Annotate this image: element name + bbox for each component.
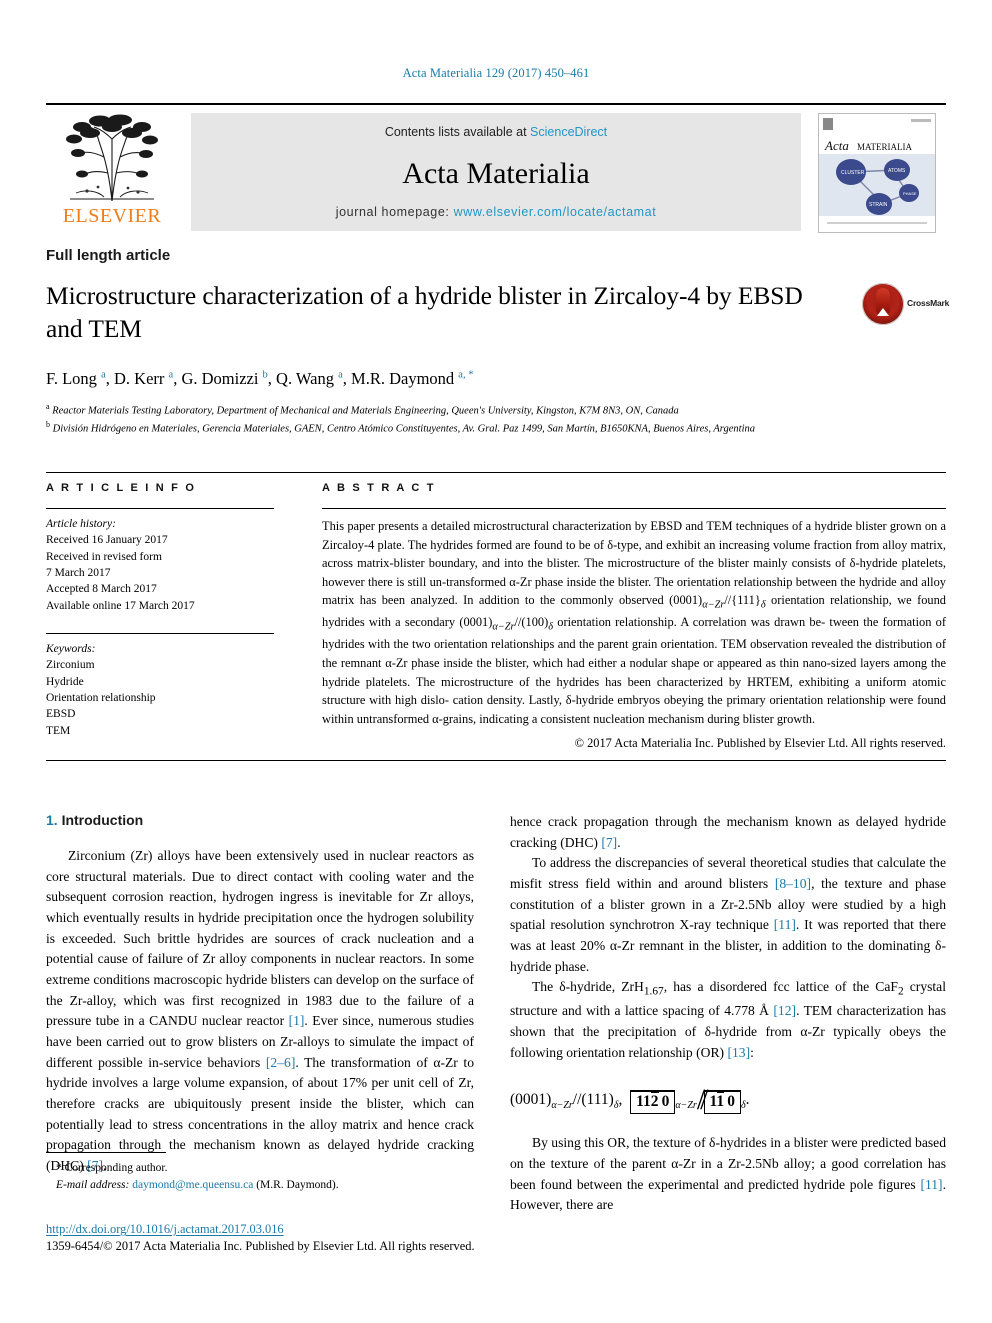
article-info-column: Article history: Received 16 January 201… <box>46 508 274 739</box>
intro-paragraph-1: Zirconium (Zr) alloys have been extensiv… <box>46 846 474 1177</box>
crossmark-icon <box>862 283 904 325</box>
publication-block: http://dx.doi.org/10.1016/j.actamat.2017… <box>46 1222 566 1254</box>
article-type-label: Full length article <box>46 247 171 264</box>
elsevier-wordmark: ELSEVIER <box>62 205 162 227</box>
article-header: Full length article Microstructure chara… <box>46 247 950 437</box>
info-rule <box>46 508 274 509</box>
article-history-block: Article history: Received 16 January 201… <box>46 516 274 614</box>
section-heading-introduction: 1. Introduction <box>46 812 474 828</box>
homepage-url-link[interactable]: www.elsevier.com/locate/actamat <box>454 205 657 219</box>
citation-ref-12[interactable]: [12] <box>773 1003 796 1018</box>
email-suffix: (M.R. Daymond). <box>253 1179 339 1192</box>
keyword-item: EBSD <box>46 708 76 721</box>
equation-bracket-left: 112 0 <box>630 1090 676 1115</box>
section-label: Introduction <box>61 812 144 828</box>
author-list: F. Long a, D. Kerr a, G. Domizzi b, Q. W… <box>46 369 474 389</box>
email-label: E-mail address: <box>56 1179 130 1192</box>
email-link[interactable]: daymond@me.queensu.ca <box>132 1179 253 1191</box>
keywords-block: Keywords: Zirconium Hydride Orientation … <box>46 641 274 739</box>
history-line: 7 March 2017 <box>46 566 111 579</box>
abstract-rule <box>322 508 946 509</box>
abstract-column: This paper presents a detailed microstru… <box>322 508 946 751</box>
intro-paragraph-3: The δ-hydride, ZrH1.67, has a disordered… <box>510 979 946 1060</box>
elsevier-logo: ELSEVIER <box>46 113 178 231</box>
homepage-prefix: journal homepage: <box>335 205 454 219</box>
info-divider-bottom <box>46 760 946 761</box>
svg-text:MATERIALIA: MATERIALIA <box>857 142 912 152</box>
body-column-right: hence crack propagation through the mech… <box>510 812 946 1216</box>
article-info-header: A R T I C L E I N F O <box>46 482 197 494</box>
crossmark-badge[interactable]: CrossMark <box>862 283 950 325</box>
body-column-left: 1. Introduction Zirconium (Zr) alloys ha… <box>46 812 474 1177</box>
intro-paragraph-1-cont: hence crack propagation through the mech… <box>510 814 946 850</box>
affiliation-b: b División Hidrógeno en Materiales, Gere… <box>46 420 755 435</box>
history-line: Accepted 8 March 2017 <box>46 583 157 596</box>
intro-p4-a: By using this OR, the texture of δ-hydri… <box>510 1135 946 1192</box>
abstract-copyright: © 2017 Acta Materialia Inc. Published by… <box>574 736 946 751</box>
keyword-item: TEM <box>46 724 71 737</box>
masthead-band: Contents lists available at ScienceDirec… <box>191 113 801 231</box>
equation-bracket-right: 11 0 <box>703 1090 742 1115</box>
intro-paragraph-4: By using this OR, the texture of δ-hydri… <box>510 1133 946 1216</box>
journal-title: Acta Materialia <box>402 157 590 190</box>
crossmark-label: CrossMark <box>907 298 950 308</box>
elsevier-tree-icon <box>52 113 172 205</box>
info-divider-top <box>46 472 946 473</box>
citation-ref-8-10[interactable]: [8–10] <box>775 876 811 891</box>
history-line: Available online 17 March 2017 <box>46 599 195 612</box>
footnote-divider <box>46 1152 166 1153</box>
citation-ref-2-6[interactable]: [2–6] <box>266 1055 295 1070</box>
keywords-label: Keywords: <box>46 642 96 655</box>
keyword-item: Hydride <box>46 675 84 688</box>
keywords-rule <box>46 632 274 634</box>
contents-prefix: Contents lists available at <box>384 125 531 139</box>
journal-homepage-line: journal homepage: www.elsevier.com/locat… <box>191 205 801 219</box>
issn-copyright-line: 1359-6454/© 2017 Acta Materialia Inc. Pu… <box>46 1239 475 1253</box>
svg-text:ATOMS: ATOMS <box>888 168 906 174</box>
citation-ref-13[interactable]: [13] <box>727 1045 750 1060</box>
email-note: E-mail address: daymond@me.queensu.ca (M… <box>46 1177 474 1194</box>
affiliation-a-text: Reactor Materials Testing Laboratory, De… <box>52 405 679 417</box>
article-history-label: Article history: <box>46 518 116 530</box>
affiliation-b-text: División Hidrógeno en Materiales, Gerenc… <box>52 423 755 435</box>
citation-ref-11b[interactable]: [11] <box>920 1177 942 1192</box>
citation-ref-7-cont[interactable]: [7] <box>601 835 617 850</box>
history-line: Received in revised form <box>46 550 162 563</box>
contents-available-line: Contents lists available at ScienceDirec… <box>191 125 801 139</box>
affiliation-a: a Reactor Materials Testing Laboratory, … <box>46 402 679 417</box>
running-head: Acta Materialia 129 (2017) 450–461 <box>402 66 590 80</box>
journal-cover-thumbnail: Acta MATERIALIA CLUSTER ATOMS PHASE STRA… <box>818 113 936 233</box>
citation-ref-1[interactable]: [1] <box>289 1013 305 1028</box>
svg-text:PHASE: PHASE <box>903 191 917 196</box>
page-title: Microstructure characterization of a hyd… <box>46 281 803 344</box>
keyword-item: Zirconium <box>46 659 95 672</box>
sciencedirect-link[interactable]: ScienceDirect <box>530 125 607 139</box>
crossmark-arrow-icon <box>877 308 889 316</box>
intro-paragraph-2: To address the discrepancies of several … <box>510 853 946 977</box>
affiliations: a Reactor Materials Testing Laboratory, … <box>46 401 926 436</box>
orientation-relationship-equation: (0001)α−Zr//(111)δ, 112 0 α−Zr//11 0 δ. <box>510 1083 750 1117</box>
intro-p1-a: Zirconium (Zr) alloys have been extensiv… <box>46 848 474 1029</box>
svg-text:CLUSTER: CLUSTER <box>841 170 865 176</box>
footnote-block: * Corresponding author. E-mail address: … <box>46 1152 474 1195</box>
keyword-item: Orientation relationship <box>46 691 156 704</box>
svg-text:STRAIN: STRAIN <box>869 202 888 208</box>
citation-ref-11[interactable]: [11] <box>774 917 796 932</box>
section-number: 1. <box>46 812 58 828</box>
doi-link[interactable]: http://dx.doi.org/10.1016/j.actamat.2017… <box>46 1222 566 1237</box>
abstract-header: A B S T R A C T <box>322 482 436 494</box>
history-line: Received 16 January 2017 <box>46 534 168 547</box>
svg-text:Acta: Acta <box>824 138 849 153</box>
abstract-text: This paper presents a detailed microstru… <box>322 519 946 726</box>
journal-masthead: ELSEVIER Contents lists available at Sci… <box>46 103 946 233</box>
corresponding-author-note: * Corresponding author. <box>56 1162 168 1174</box>
paper-page: Acta Materialia 129 (2017) 450–461 ELSEV… <box>0 0 992 1323</box>
